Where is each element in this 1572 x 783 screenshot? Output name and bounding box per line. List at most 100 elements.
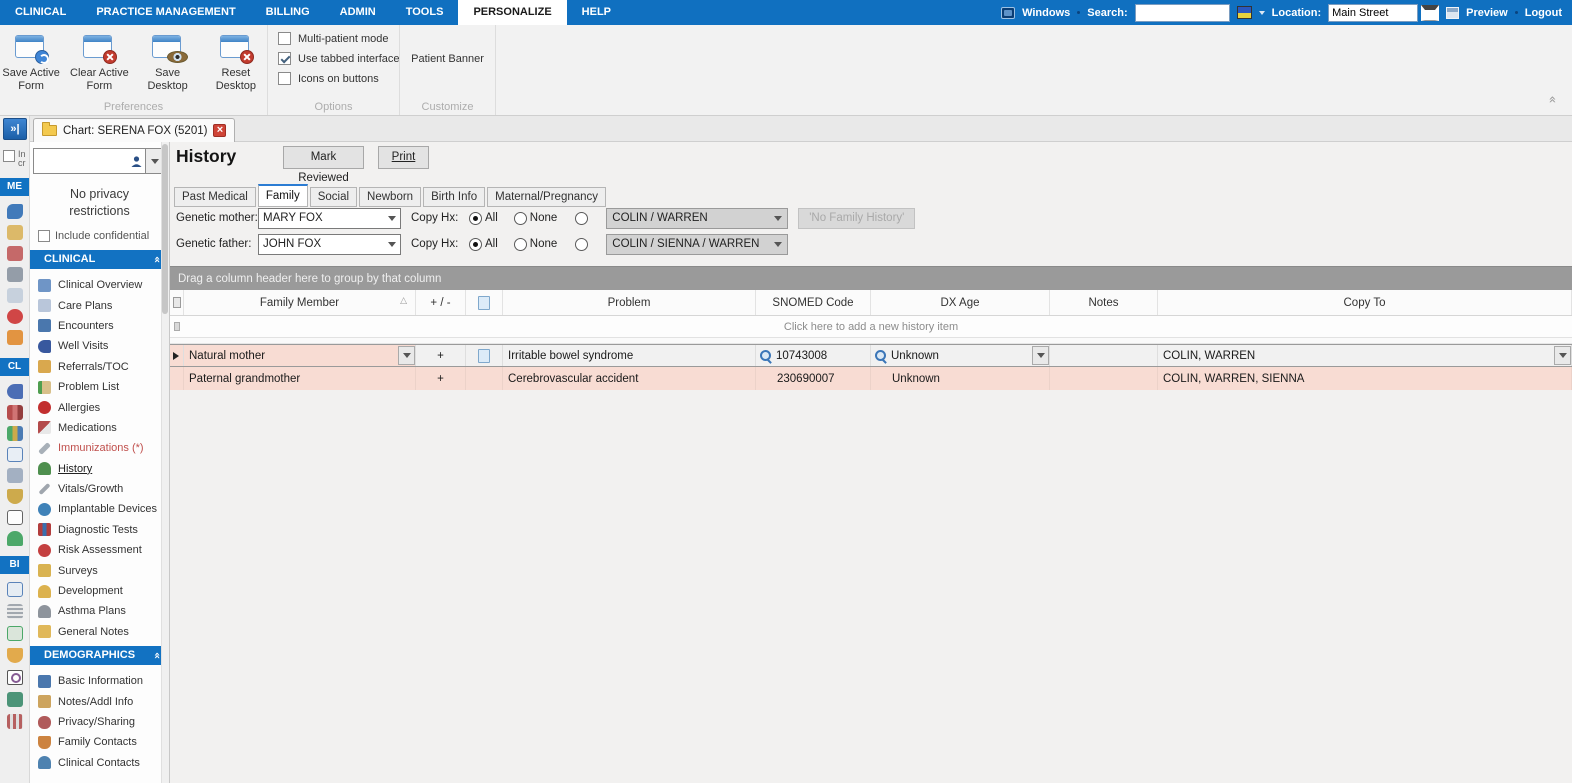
sidebar-item[interactable]: Asthma Plans <box>38 601 169 621</box>
radio-all[interactable] <box>469 212 482 225</box>
history-tab[interactable]: Family <box>258 184 308 207</box>
sidebar-item[interactable]: Immunizations (*) <box>38 438 169 458</box>
ribbon-option[interactable]: Use tabbed interface <box>278 52 399 65</box>
mark-reviewed-button[interactable]: Mark Reviewed <box>283 146 364 169</box>
menu-item[interactable]: CLINICAL <box>0 0 81 25</box>
column-header-plus-minus[interactable]: + / - <box>416 290 466 315</box>
radio-none[interactable] <box>514 238 527 251</box>
column-header-problem[interactable]: Problem <box>503 290 756 315</box>
patient-search-input[interactable] <box>33 148 146 174</box>
notes-cell[interactable] <box>1050 367 1158 390</box>
chart-multi-icon[interactable] <box>7 426 23 441</box>
dx-age-cell[interactable]: Unknown <box>871 345 1050 366</box>
checkbox-icon[interactable] <box>278 72 291 85</box>
history-tab[interactable]: Birth Info <box>423 187 485 207</box>
notes-icon-cell[interactable] <box>466 345 503 366</box>
radio-custom[interactable] <box>575 212 588 225</box>
close-icon[interactable] <box>213 124 226 137</box>
genetic-mother-select[interactable]: MARY FOX <box>258 208 401 229</box>
genetic-father-select[interactable]: JOHN FOX <box>258 234 401 255</box>
radio-none[interactable] <box>514 212 527 225</box>
sidebar-item[interactable]: Encounters <box>38 316 169 336</box>
page-refresh-icon[interactable] <box>7 626 23 641</box>
sidebar-item[interactable]: Implantable Devices <box>38 499 169 519</box>
sidebar-item[interactable]: Vitals/Growth <box>38 479 169 499</box>
location-dropdown-icon[interactable] <box>1421 5 1439 21</box>
sidebar-item[interactable]: Allergies <box>38 397 169 417</box>
book-icon[interactable] <box>7 582 23 597</box>
person-green-icon[interactable] <box>7 531 23 546</box>
search-input[interactable] <box>1135 4 1230 22</box>
sidebar-item[interactable]: Well Visits <box>38 336 169 356</box>
print-button[interactable]: Print <box>378 146 429 169</box>
notes-cell[interactable] <box>1050 345 1158 366</box>
plus-minus-cell[interactable]: + <box>416 367 466 390</box>
mother-copy-to-select[interactable]: COLIN / WARREN <box>606 208 788 229</box>
column-header-notes[interactable]: Notes <box>1050 290 1158 315</box>
family-member-cell[interactable]: Natural mother <box>184 345 416 366</box>
menu-item[interactable]: PERSONALIZE <box>458 0 566 25</box>
sort-asc-icon[interactable]: △ <box>400 296 407 306</box>
ribbon-button[interactable]: Save Active Form <box>0 31 62 93</box>
problem-cell[interactable]: Irritable bowel syndrome <box>503 345 756 366</box>
menu-item[interactable]: PRACTICE MANAGEMENT <box>81 0 250 25</box>
id-card-icon[interactable] <box>7 447 23 462</box>
menu-item[interactable]: HELP <box>567 0 626 25</box>
record-icon[interactable] <box>7 309 23 324</box>
dropdown-button[interactable] <box>1554 346 1571 365</box>
section-header-clinical[interactable]: CLINICAL« <box>30 250 169 269</box>
history-tab[interactable]: Past Medical <box>174 187 256 207</box>
edge-tab-bi[interactable]: BI <box>0 556 29 574</box>
column-header-family-member[interactable]: Family Member△ <box>184 290 416 315</box>
family-member-cell[interactable]: Paternal grandmother <box>184 367 416 390</box>
snomed-cell[interactable]: 10743008 <box>756 345 871 366</box>
chart-red-icon[interactable] <box>7 405 23 420</box>
sidebar-item[interactable]: Development <box>38 581 169 601</box>
column-header-snomed[interactable]: SNOMED Code <box>756 290 871 315</box>
lookup-icon[interactable] <box>759 349 773 363</box>
scan-icon[interactable] <box>7 468 23 483</box>
sidebar-item[interactable]: Diagnostic Tests <box>38 520 169 540</box>
edge-tab-me[interactable]: ME <box>0 178 29 196</box>
thumbs-icon[interactable] <box>7 648 23 663</box>
table-row[interactable]: Paternal grandmother + Cerebrovascular a… <box>170 367 1572 390</box>
history-tab[interactable]: Maternal/Pregnancy <box>487 187 606 207</box>
sidebar-item[interactable]: Clinical Contacts <box>38 753 169 773</box>
location-input[interactable] <box>1328 4 1418 22</box>
flag-dropdown-icon[interactable] <box>1259 11 1265 15</box>
radio-all[interactable] <box>469 238 482 251</box>
windows-menu[interactable]: Windows <box>1022 7 1070 19</box>
dropdown-button[interactable] <box>398 346 415 365</box>
column-header-copy-to[interactable]: Copy To <box>1158 290 1572 315</box>
ribbon-option[interactable]: Multi-patient mode <box>278 32 399 45</box>
sidebar-item[interactable]: Family Contacts <box>38 732 169 752</box>
ribbon-option[interactable]: Icons on buttons <box>278 72 399 85</box>
copy-to-cell[interactable]: COLIN, WARREN <box>1158 345 1572 366</box>
document-icon[interactable] <box>7 288 23 303</box>
checkbox-icon[interactable] <box>278 52 291 65</box>
table-row[interactable]: Natural mother + Irritable bowel syndrom… <box>170 344 1572 367</box>
history-tab[interactable]: Newborn <box>359 187 421 207</box>
sidebar-item[interactable]: Referrals/TOC <box>38 357 169 377</box>
list-icon[interactable] <box>7 604 23 619</box>
group-by-bar[interactable]: Drag a column header here to group by th… <box>170 266 1572 290</box>
copy-to-cell[interactable]: COLIN, WARREN, SIENNA <box>1158 367 1572 390</box>
checkbox-icon[interactable] <box>278 32 291 45</box>
plus-minus-cell[interactable]: + <box>416 345 466 366</box>
patient-banner-button[interactable]: Patient Banner <box>400 53 495 65</box>
edge-tab-cl[interactable]: CL <box>0 358 29 376</box>
chart-tab[interactable]: Chart: SERENA FOX (5201) <box>33 118 235 142</box>
grid-red-icon[interactable] <box>7 714 23 729</box>
ribbon-collapse-icon[interactable]: « <box>1545 96 1560 104</box>
column-header-dx-age[interactable]: DX Age <box>871 290 1050 315</box>
zoom-icon[interactable] <box>7 670 23 685</box>
sidebar-item[interactable]: Care Plans <box>38 295 169 315</box>
checkbox-icon[interactable] <box>38 230 50 242</box>
mail-icon[interactable] <box>7 246 23 261</box>
phone-icon[interactable] <box>7 204 23 219</box>
sidebar-item[interactable]: Risk Assessment <box>38 540 169 560</box>
ribbon-button[interactable]: Save Desktop <box>137 31 199 93</box>
sidebar-item[interactable]: General Notes <box>38 622 169 642</box>
ribbon-button[interactable]: Clear Active Form <box>68 31 130 93</box>
expand-panel-button[interactable] <box>3 118 27 140</box>
